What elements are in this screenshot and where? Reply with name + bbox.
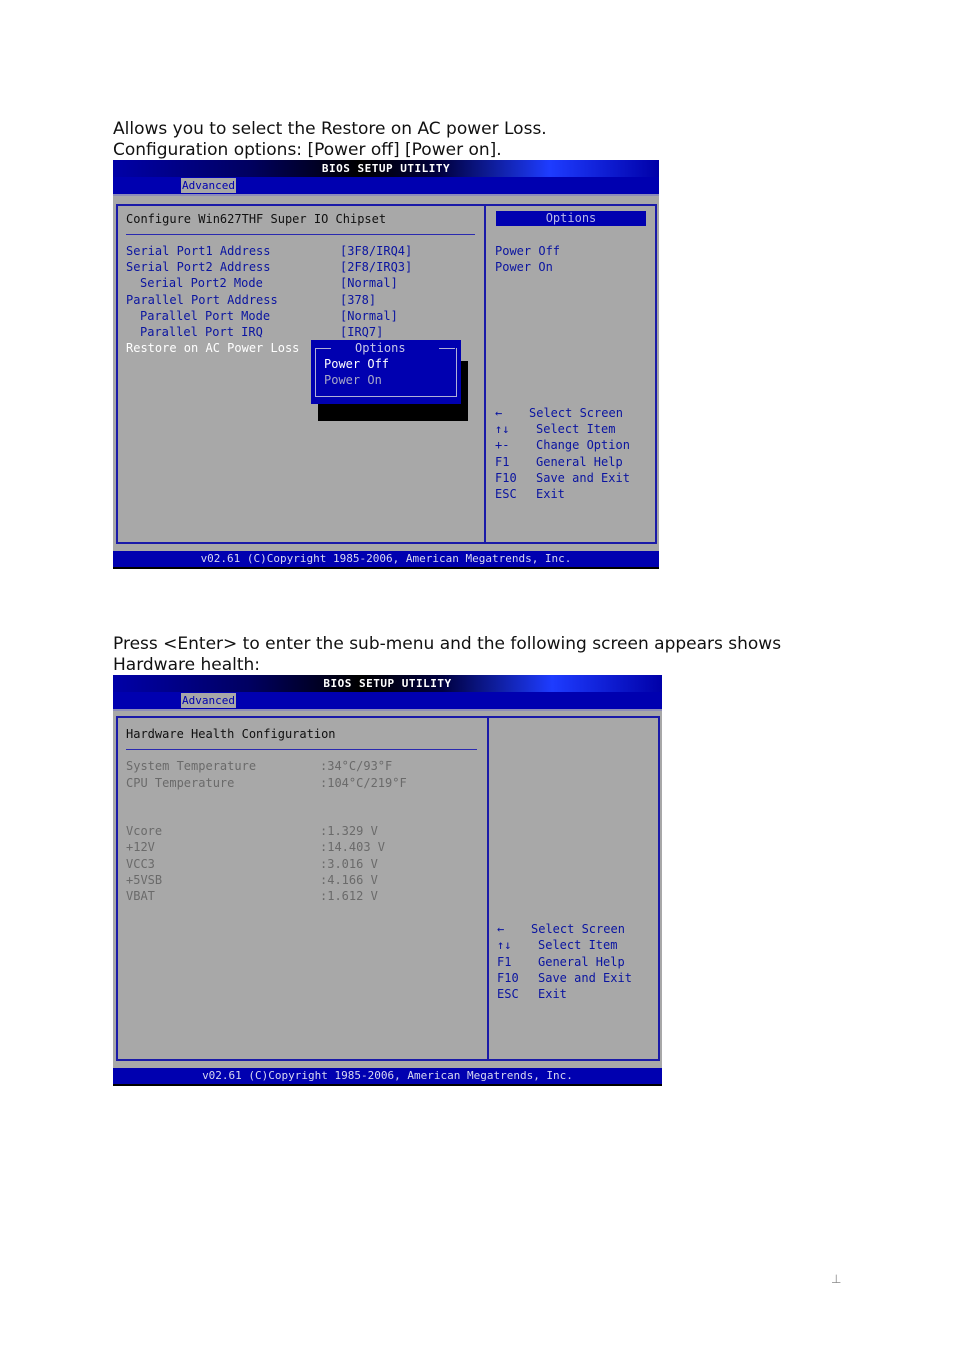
setting-label[interactable]: Serial Port2 Address bbox=[126, 259, 271, 275]
help-option-item: Power On bbox=[495, 260, 553, 274]
intro-text-4: Hardware health: bbox=[113, 655, 261, 675]
setting-value[interactable]: [IRQ7] bbox=[340, 324, 383, 340]
temperature-value: :34°C/93°F bbox=[320, 759, 393, 773]
key-name: F10 bbox=[495, 470, 517, 485]
page-marker: ⊥ bbox=[831, 1272, 842, 1286]
voltage-label: +5VSB bbox=[126, 872, 163, 887]
key-action: Change Option bbox=[536, 438, 630, 453]
key-name: F1 bbox=[497, 954, 512, 969]
tab-advanced[interactable]: Advanced bbox=[181, 693, 236, 708]
key-action: General Help bbox=[538, 954, 625, 969]
voltage-label: VBAT bbox=[126, 889, 155, 904]
key-action: Save and Exit bbox=[538, 970, 632, 985]
voltage-value: :1.329 V bbox=[320, 824, 378, 838]
key-name: ESC bbox=[497, 987, 519, 1002]
intro-text-2: Configuration options: [Power off] [Powe… bbox=[113, 140, 502, 160]
setting-value[interactable]: [378] bbox=[340, 292, 376, 308]
setting-label[interactable]: Serial Port1 Address bbox=[126, 243, 271, 259]
key-name: ESC bbox=[495, 487, 517, 501]
help-panel bbox=[487, 716, 660, 1061]
voltage-label: VCC3 bbox=[126, 856, 155, 871]
setting-value[interactable]: [Normal] bbox=[340, 275, 398, 291]
setting-label[interactable]: Parallel Port Address bbox=[126, 292, 278, 308]
popup-option-power-on[interactable]: Power On bbox=[324, 372, 382, 388]
popup-title: Options bbox=[351, 341, 410, 355]
key-action: Exit bbox=[536, 487, 565, 501]
key-name: +- bbox=[495, 438, 510, 453]
voltage-value: :4.166 V bbox=[320, 872, 378, 887]
help-option-item: Power Off bbox=[495, 244, 561, 258]
key-action: Select Item bbox=[538, 938, 618, 953]
intro-text-3: Press <Enter> to enter the sub-menu and … bbox=[113, 634, 782, 654]
key-action: Select Screen bbox=[531, 922, 625, 936]
key-name: ← bbox=[495, 406, 503, 420]
intro-text-1: Allows you to select the Restore on AC p… bbox=[113, 119, 547, 139]
bios-menu-bar: Advanced bbox=[113, 177, 659, 196]
tab-advanced[interactable]: Advanced bbox=[181, 178, 236, 193]
key-action: Select Item bbox=[536, 422, 616, 437]
setting-value[interactable]: [3F8/IRQ4] bbox=[340, 243, 412, 259]
key-action: Select Screen bbox=[529, 406, 623, 420]
panel-title: Hardware Health Configuration bbox=[126, 727, 336, 741]
options-popup[interactable]: Options Power Off Power On bbox=[311, 340, 461, 404]
setting-label[interactable]: Serial Port2 Mode bbox=[140, 275, 263, 291]
temperature-label: CPU Temperature bbox=[126, 775, 235, 790]
bios-menu-bar: Advanced bbox=[113, 692, 662, 711]
setting-label[interactable]: Parallel Port IRQ bbox=[140, 324, 263, 340]
voltage-label: Vcore bbox=[126, 824, 163, 838]
help-options-header: Options bbox=[496, 211, 646, 226]
key-name: F1 bbox=[495, 454, 510, 469]
bios-screenshot-restore-ac: BIOS SETUP UTILITY Advanced Configure Wi… bbox=[113, 160, 659, 569]
voltage-value: :1.612 V bbox=[320, 889, 378, 904]
divider bbox=[126, 749, 477, 750]
voltage-value: :3.016 V bbox=[320, 856, 378, 871]
key-name: ↑↓ bbox=[497, 938, 512, 953]
setting-value[interactable]: [Normal] bbox=[340, 308, 398, 324]
setting-value[interactable]: [2F8/IRQ3] bbox=[340, 259, 412, 275]
voltage-label: +12V bbox=[126, 840, 155, 855]
bios-footer: v02.61 (C)Copyright 1985-2006, American … bbox=[113, 1068, 662, 1086]
temperature-label: System Temperature bbox=[126, 759, 257, 773]
key-action: Save and Exit bbox=[536, 470, 630, 485]
bios-screenshot-hardware-health: BIOS SETUP UTILITY Advanced Hardware Hea… bbox=[113, 675, 662, 1086]
key-action: General Help bbox=[536, 454, 623, 469]
bios-footer: v02.61 (C)Copyright 1985-2006, American … bbox=[113, 551, 659, 569]
voltage-value: :14.403 V bbox=[320, 840, 386, 855]
bios-title-bar: BIOS SETUP UTILITY bbox=[113, 675, 662, 692]
panel-title: Configure Win627THF Super IO Chipset bbox=[126, 212, 387, 226]
key-name: F10 bbox=[497, 970, 519, 985]
bios-title-bar: BIOS SETUP UTILITY bbox=[113, 160, 659, 177]
temperature-value: :104°C/219°F bbox=[320, 775, 407, 790]
key-name: ↑↓ bbox=[495, 422, 510, 437]
key-name: ← bbox=[497, 922, 505, 936]
setting-label[interactable]: Restore on AC Power Loss bbox=[126, 340, 299, 356]
popup-option-power-off[interactable]: Power Off bbox=[324, 356, 389, 372]
setting-label[interactable]: Parallel Port Mode bbox=[140, 308, 270, 324]
key-action: Exit bbox=[538, 987, 567, 1002]
divider bbox=[126, 234, 475, 235]
